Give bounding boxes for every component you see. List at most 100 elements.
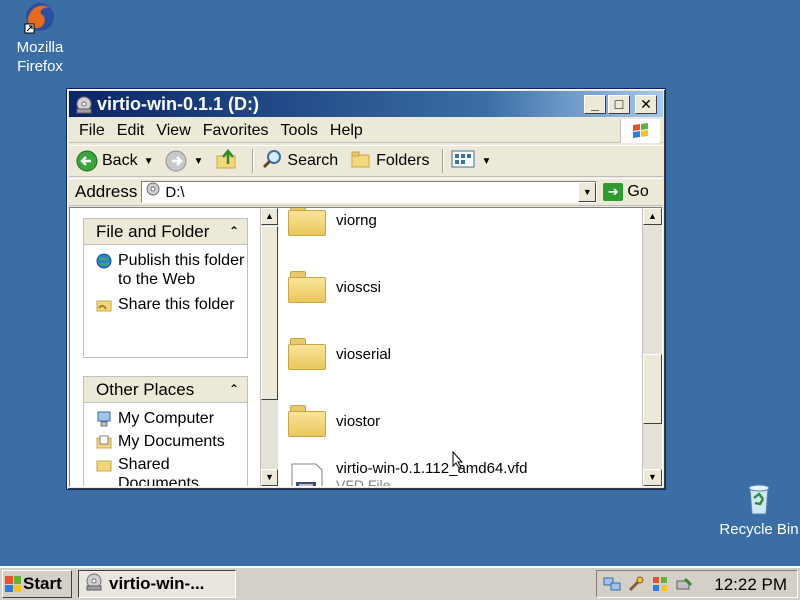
- chevron-down-icon[interactable]: ▼: [481, 156, 491, 167]
- panel-header[interactable]: Other Places ⌃: [84, 377, 247, 403]
- folders-icon: [350, 149, 372, 174]
- minimize-button[interactable]: _: [584, 95, 606, 114]
- scroll-down-button[interactable]: ▼: [261, 469, 278, 486]
- scroll-down-button[interactable]: ▼: [643, 469, 662, 486]
- list-item[interactable]: viorng: [288, 208, 377, 242]
- go-label: Go: [627, 183, 649, 200]
- folders-button[interactable]: Folders: [347, 147, 432, 175]
- menu-view[interactable]: View: [152, 122, 198, 140]
- maximize-icon: □: [614, 96, 624, 112]
- scroll-thumb[interactable]: [643, 354, 662, 424]
- my-computer-link[interactable]: My Computer: [84, 409, 247, 428]
- tools-icon[interactable]: [627, 575, 645, 593]
- content-area: File and Folder ⌃ Publish this folder to…: [69, 207, 663, 487]
- shared-documents-link[interactable]: Shared Documents: [84, 455, 247, 486]
- menu-favorites[interactable]: Favorites: [199, 122, 277, 140]
- panel-header[interactable]: File and Folder ⌃: [84, 219, 247, 245]
- title-bar[interactable]: virtio-win-0.1.1 (D:) _ □ ✕: [69, 91, 663, 117]
- publish-folder-link[interactable]: Publish this folder to the Web: [84, 251, 247, 289]
- forward-button[interactable]: ▼: [162, 147, 206, 175]
- toolbar: Back ▼ ▼ Search Folders ▼: [69, 145, 663, 177]
- menu-edit[interactable]: Edit: [113, 122, 153, 140]
- list-item[interactable]: vioscsi: [288, 265, 381, 309]
- safely-remove-icon[interactable]: [675, 575, 693, 593]
- task-label: Publish this folder to the Web: [118, 252, 245, 288]
- go-button[interactable]: ➔ Go: [603, 183, 649, 201]
- task-pane-scrollbar[interactable]: ▲ ▼: [260, 208, 278, 486]
- task-label: Share this folder: [118, 296, 235, 313]
- drive-icon: [145, 182, 161, 202]
- address-dropdown-button[interactable]: ▼: [578, 182, 597, 202]
- taskbar-window-label: virtio-win-...: [109, 574, 205, 593]
- scroll-thumb[interactable]: [261, 226, 278, 400]
- back-label: Back: [102, 152, 138, 169]
- taskbar-window-button[interactable]: virtio-win-...: [78, 570, 236, 598]
- globe-icon: [96, 253, 112, 269]
- window-title: virtio-win-0.1.1 (D:): [97, 94, 260, 114]
- file-name: vioscsi: [336, 278, 382, 296]
- collapse-chevron-icon[interactable]: ⌃: [229, 377, 239, 401]
- file-name: virtio-win-0.1.112_amd64.vfd: [336, 460, 528, 477]
- address-bar: Address D:\ ▼ ➔ Go: [69, 178, 663, 206]
- address-label: Address: [75, 182, 138, 201]
- file-folder-tasks-panel: File and Folder ⌃ Publish this folder to…: [83, 218, 248, 358]
- back-button[interactable]: Back ▼: [73, 147, 156, 175]
- clock[interactable]: 12:22 PM: [714, 571, 787, 599]
- folder-icon: [96, 457, 112, 473]
- up-folder-button[interactable]: [212, 147, 242, 175]
- documents-icon: [96, 434, 112, 450]
- folder-icon: [288, 405, 326, 437]
- toolbar-separator: [252, 149, 255, 173]
- folder-icon: [288, 271, 326, 303]
- chevron-up-icon: ▲: [265, 211, 274, 221]
- desktop-icon-firefox[interactable]: Mozilla Firefox: [0, 0, 80, 76]
- menu-bar: File Edit View Favorites Tools Help: [69, 119, 663, 143]
- up-folder-icon: [215, 148, 239, 175]
- share-folder-link[interactable]: Share this folder: [84, 295, 247, 314]
- panel-title: Other Places: [96, 380, 195, 399]
- desktop-icon-recycle-bin[interactable]: Recycle Bin: [719, 482, 799, 539]
- views-icon: [451, 149, 475, 174]
- file-name: vioserial: [336, 345, 392, 363]
- firefox-icon: [23, 0, 57, 34]
- chevron-up-icon: ▲: [648, 211, 657, 221]
- chevron-down-icon[interactable]: ▼: [144, 156, 154, 167]
- menu-tools[interactable]: Tools: [277, 122, 326, 140]
- drive-icon: [75, 95, 93, 114]
- computer-icon: [96, 411, 112, 427]
- start-button[interactable]: Start: [2, 570, 72, 598]
- network-icon[interactable]: [603, 575, 621, 593]
- file-list-scrollbar[interactable]: ▲ ▼: [642, 208, 662, 486]
- chevron-down-icon[interactable]: ▼: [193, 156, 203, 167]
- list-item[interactable]: viostor: [288, 399, 380, 443]
- search-label: Search: [287, 152, 339, 169]
- task-label: My Documents: [118, 433, 225, 450]
- list-item[interactable]: virtio-win-0.1.112_amd64.vfd VFD File: [288, 460, 527, 486]
- views-button[interactable]: ▼: [448, 147, 494, 175]
- search-button[interactable]: Search: [258, 147, 341, 175]
- task-label: Shared Documents: [118, 456, 199, 486]
- address-input[interactable]: D:\ ▼: [141, 181, 598, 203]
- folders-label: Folders: [376, 152, 430, 169]
- my-documents-link[interactable]: My Documents: [84, 432, 247, 451]
- list-item[interactable]: vioserial: [288, 332, 391, 376]
- forward-arrow-icon: [165, 150, 187, 172]
- menu-help[interactable]: Help: [326, 122, 371, 140]
- toolbar-separator: [442, 149, 445, 173]
- close-icon: ✕: [640, 96, 652, 112]
- maximize-button[interactable]: □: [608, 95, 630, 114]
- windows-flag-icon: [620, 119, 660, 143]
- folder-icon: [288, 208, 326, 236]
- other-places-panel: Other Places ⌃ My Computer My Documents: [83, 376, 248, 486]
- scroll-up-button[interactable]: ▲: [261, 208, 278, 225]
- file-type: VFD File: [336, 477, 391, 486]
- file-name: viorng: [336, 211, 377, 229]
- minimize-icon: _: [591, 96, 599, 112]
- security-icon[interactable]: [651, 575, 669, 593]
- close-button[interactable]: ✕: [635, 95, 657, 114]
- scroll-up-button[interactable]: ▲: [643, 208, 662, 225]
- desktop-icon-label: Recycle Bin: [719, 521, 799, 538]
- menu-file[interactable]: File: [75, 122, 113, 140]
- collapse-chevron-icon[interactable]: ⌃: [229, 219, 239, 243]
- explorer-window: virtio-win-0.1.1 (D:) _ □ ✕ File Edit Vi…: [66, 88, 666, 490]
